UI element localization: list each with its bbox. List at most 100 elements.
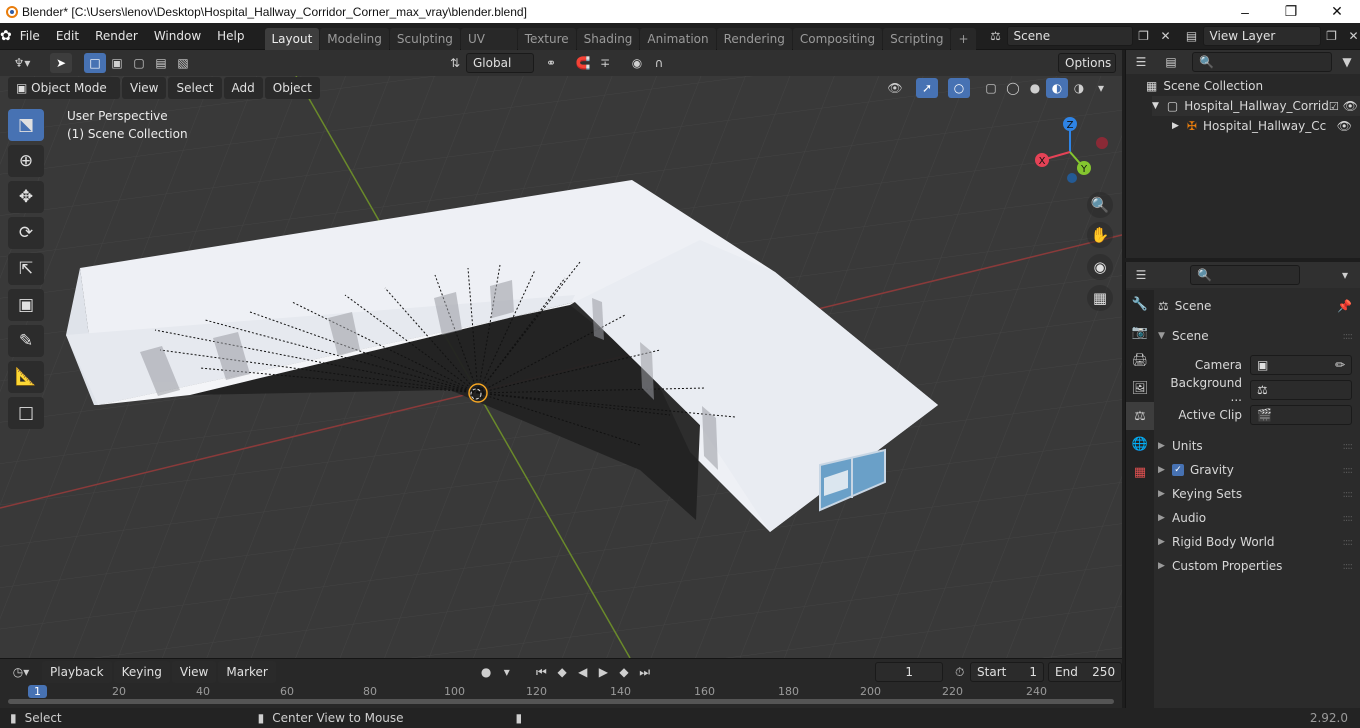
add-cube-tool-icon[interactable]: □	[8, 397, 44, 429]
select-box-tool-icon[interactable]: ⬔	[8, 109, 44, 141]
mode-select[interactable]: ▣ Object Mode	[8, 77, 120, 99]
close-icon[interactable]: ✕	[1314, 0, 1360, 23]
scene-icon[interactable]: ⚖	[985, 26, 1007, 46]
pan-hand-icon[interactable]: ✋	[1087, 222, 1113, 248]
options-dropdown[interactable]: Options	[1058, 53, 1116, 73]
current-frame-field[interactable]: 1	[874, 662, 944, 682]
tab-texture-paint[interactable]: Texture Paint	[517, 27, 576, 68]
outliner-row-object[interactable]: ▶ ✠ Hospital_Hallway_Cc 👁	[1172, 116, 1360, 136]
render-tab-icon[interactable]: 📷	[1126, 318, 1154, 346]
menu-edit[interactable]: Edit	[48, 23, 87, 50]
outliner-editor-icon[interactable]: ☰	[1126, 52, 1156, 72]
viewlayer-icon[interactable]: ▤	[1181, 26, 1203, 46]
tab-compositing[interactable]: Compositing	[792, 27, 883, 50]
viewport-scene[interactable]	[0, 50, 1122, 658]
rotate-tool-icon[interactable]: ⟳	[8, 217, 44, 249]
menu-keying[interactable]: Keying	[113, 661, 170, 683]
jump-start-icon[interactable]: ⏮	[531, 662, 552, 682]
tab-scripting[interactable]: Scripting	[883, 27, 951, 50]
next-keyframe-icon[interactable]: ◆	[614, 662, 635, 682]
grid-view-icon[interactable]: ▦	[1087, 285, 1113, 311]
menu-playback[interactable]: Playback	[42, 661, 112, 683]
menu-file[interactable]: File	[12, 23, 48, 50]
new-viewlayer-icon[interactable]: ❐	[1321, 26, 1343, 46]
scene-tab-icon[interactable]: ⚖	[1126, 402, 1154, 430]
snap-icon[interactable]: 🧲	[572, 53, 594, 73]
tab-uv-editing[interactable]: UV Editing	[460, 27, 517, 68]
select-subtract-icon[interactable]: ▢	[128, 53, 150, 73]
properties-search-input[interactable]: 🔍	[1190, 265, 1300, 285]
camera-field[interactable]: ▣ ✏	[1250, 355, 1352, 375]
editor-type-icon[interactable]: ♆▾	[6, 53, 38, 73]
keyframe-options-icon[interactable]: ▾	[496, 662, 517, 682]
play-reverse-icon[interactable]: ◀	[572, 662, 593, 682]
drag-handle-icon[interactable]: ::::	[1343, 537, 1354, 548]
overlay-toggle-icon[interactable]: ○	[948, 78, 970, 98]
prev-keyframe-icon[interactable]: ◆	[552, 662, 573, 682]
drag-handle-icon[interactable]: ::::	[1343, 489, 1354, 500]
active-clip-field[interactable]: 🎬	[1250, 405, 1352, 425]
properties-options-icon[interactable]: ▾	[1334, 265, 1356, 285]
texture-tab-icon[interactable]: ▦	[1126, 458, 1154, 486]
xray-icon[interactable]: ▢	[980, 78, 1002, 98]
drag-handle-icon[interactable]: ::::	[1343, 441, 1354, 452]
stopwatch-icon[interactable]: ⏱	[949, 662, 970, 682]
pivot-point-icon[interactable]: ⚭	[540, 53, 562, 73]
jump-end-icon[interactable]: ⏭	[634, 662, 655, 682]
navigation-gizmo[interactable]: Z X Y	[1030, 112, 1110, 192]
eye-icon[interactable]: 👁	[1343, 99, 1358, 113]
outliner-row-root[interactable]: ▦ Scene Collection	[1146, 76, 1263, 96]
falloff-icon[interactable]: ∩	[648, 53, 670, 73]
audio-panel[interactable]: ▶ Audio ::::	[1158, 506, 1353, 530]
gravity-checkbox[interactable]: ✓	[1172, 464, 1184, 476]
transform-orientation-icon[interactable]: ⇅	[444, 53, 466, 73]
eye-icon[interactable]: 👁	[1337, 119, 1352, 133]
zoom-icon[interactable]: 🔍	[1087, 192, 1113, 218]
rigid-body-world-panel[interactable]: ▶ Rigid Body World ::::	[1158, 530, 1354, 554]
tab-animation[interactable]: Animation	[640, 27, 716, 50]
custom-properties-panel[interactable]: ▶ Custom Properties ::::	[1158, 554, 1353, 578]
timeline-ruler[interactable]: 1 20 40 60 80 100 120 140 160 180 200 22…	[8, 685, 1114, 699]
menu-add[interactable]: Add	[223, 77, 263, 99]
start-frame-field[interactable]: Start 1	[970, 662, 1045, 682]
drag-handle-icon[interactable]: ::::	[1343, 331, 1354, 342]
transform-tool-icon[interactable]: ▣	[8, 289, 44, 321]
properties-editor-icon[interactable]: ☰	[1126, 265, 1156, 285]
checkbox-icon[interactable]: ☑	[1329, 100, 1339, 113]
transform-orientation-select[interactable]: Global	[466, 53, 534, 73]
eyedropper-icon[interactable]: ✏	[1335, 356, 1345, 374]
measure-tool-icon[interactable]: 📐	[8, 361, 44, 393]
gravity-panel[interactable]: ▶ ✓ Gravity ::::	[1158, 458, 1354, 482]
outliner-row-collection[interactable]: ▼ ▢ Hospital_Hallway_Corrid ☑ 👁	[1152, 96, 1360, 116]
gizmo-toggle-icon[interactable]: ➚	[916, 78, 938, 98]
tab-rendering[interactable]: Rendering	[716, 27, 792, 50]
select-new-icon[interactable]: □	[84, 53, 106, 73]
keying-sets-panel[interactable]: ▶ Keying Sets ::::	[1158, 482, 1354, 506]
add-workspace-button[interactable]: +	[951, 27, 976, 50]
units-panel[interactable]: ▶ Units ::::	[1158, 434, 1354, 458]
expand-right-icon[interactable]: ▶	[1172, 121, 1179, 131]
blender-menu-icon[interactable]: ✿	[0, 26, 12, 46]
snap-target-icon[interactable]: ∓	[594, 53, 616, 73]
display-mode-icon[interactable]: ▤	[1156, 52, 1186, 72]
world-tab-icon[interactable]: 🌐	[1126, 430, 1154, 458]
menu-render[interactable]: Render	[87, 23, 146, 50]
background-field[interactable]: ⚖	[1250, 380, 1352, 400]
minimize-icon[interactable]: –	[1222, 0, 1268, 23]
scene-selector[interactable]: Scene	[1006, 26, 1133, 46]
menu-object[interactable]: Object	[264, 77, 320, 99]
menu-help[interactable]: Help	[209, 23, 252, 50]
menu-select[interactable]: Select	[168, 77, 222, 99]
delete-viewlayer-icon[interactable]: ✕	[1343, 26, 1360, 46]
expand-down-icon[interactable]: ▼	[1152, 101, 1159, 111]
output-tab-icon[interactable]: 🖨	[1126, 346, 1154, 374]
tab-sculpting[interactable]: Sculpting	[389, 27, 460, 50]
drag-handle-icon[interactable]: ::::	[1343, 465, 1354, 476]
new-scene-icon[interactable]: ❐	[1133, 26, 1155, 46]
camera-view-icon[interactable]: ◉	[1087, 254, 1113, 280]
move-tool-icon[interactable]: ✥	[8, 181, 44, 213]
timeline-editor-icon[interactable]: ◷▾	[6, 662, 36, 682]
restore-icon[interactable]: ❐	[1268, 0, 1314, 23]
scale-tool-icon[interactable]: ⇱	[8, 253, 44, 285]
pin-icon[interactable]: 📌	[1337, 299, 1352, 313]
